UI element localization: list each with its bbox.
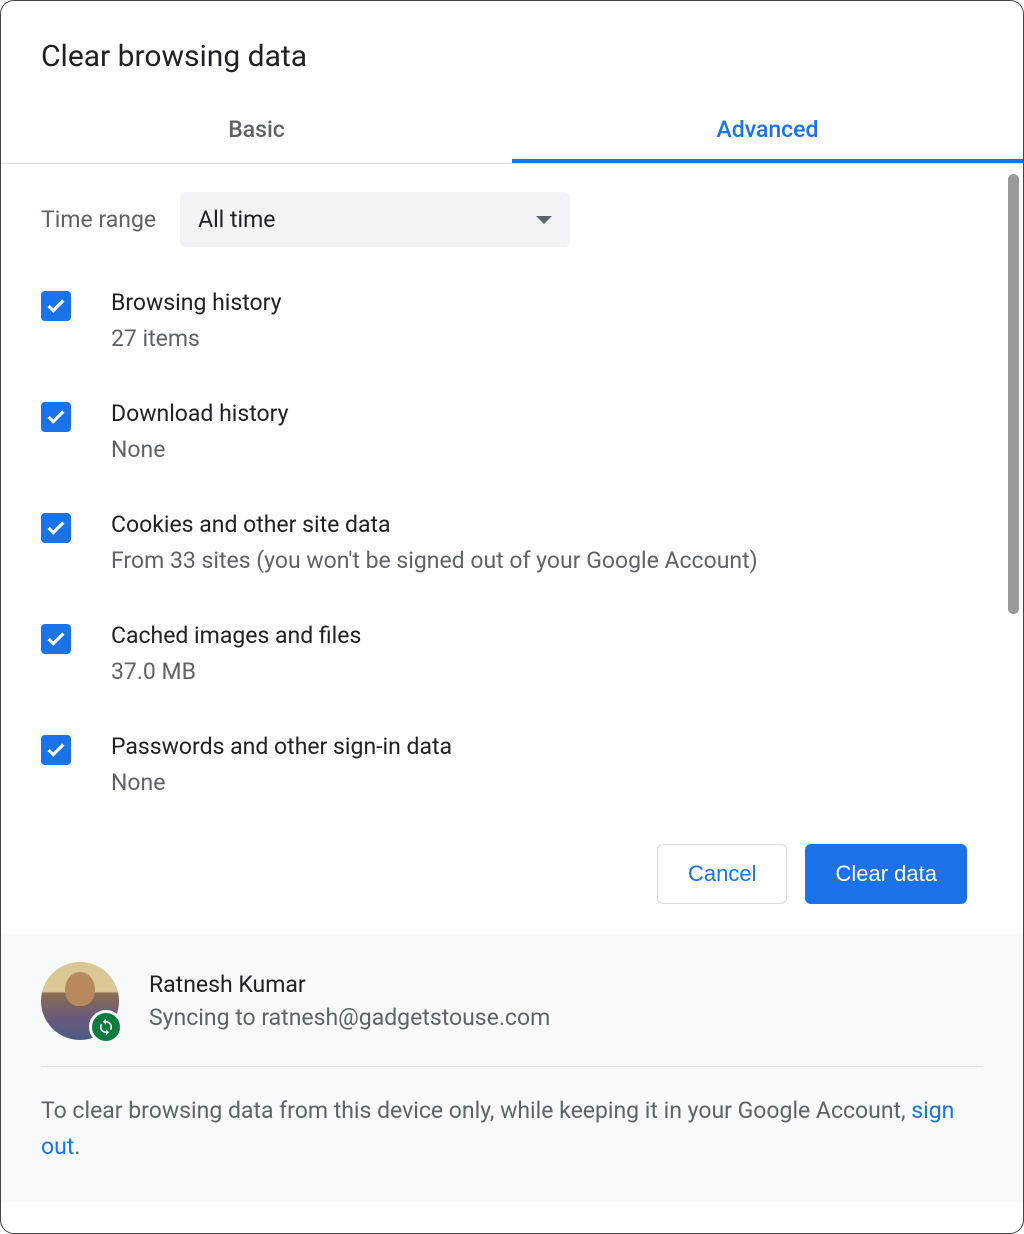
checkmark-icon	[45, 295, 67, 317]
checkbox-passwords[interactable]	[41, 735, 71, 765]
option-subtitle: None	[111, 432, 289, 469]
option-title: Cached images and files	[111, 620, 361, 652]
option-title: Cookies and other site data	[111, 509, 758, 541]
option-download-history: Download history None	[41, 378, 983, 489]
sync-status: Syncing to ratnesh@gadgetstouse.com	[149, 1004, 550, 1031]
option-title: Browsing history	[111, 287, 282, 319]
chevron-down-icon	[536, 216, 552, 224]
scrollbar-thumb[interactable]	[1008, 174, 1019, 614]
option-cookies: Cookies and other site data From 33 site…	[41, 489, 983, 600]
avatar-wrap	[41, 962, 119, 1040]
clear-data-button[interactable]: Clear data	[805, 844, 967, 904]
sync-badge	[89, 1010, 123, 1044]
dialog-buttons: Cancel Clear data	[1, 795, 1023, 934]
tab-advanced[interactable]: Advanced	[512, 98, 1023, 163]
tabs: Basic Advanced	[1, 98, 1023, 164]
checkbox-cached[interactable]	[41, 624, 71, 654]
options-scroll-area: Time range All time Browsing history 27 …	[1, 164, 1023, 795]
sync-panel: Ratnesh Kumar Syncing to ratnesh@gadgets…	[1, 934, 1023, 1202]
sync-icon	[97, 1018, 115, 1036]
option-subtitle: None	[111, 765, 452, 795]
checkmark-icon	[45, 517, 67, 539]
checkmark-icon	[45, 739, 67, 761]
checkbox-cookies[interactable]	[41, 513, 71, 543]
time-range-label: Time range	[41, 206, 156, 233]
sync-note-prefix: To clear browsing data from this device …	[41, 1097, 911, 1124]
option-passwords: Passwords and other sign-in data None	[41, 711, 983, 795]
clear-browsing-data-dialog: Clear browsing data Basic Advanced Time …	[0, 0, 1024, 1234]
sync-user-name: Ratnesh Kumar	[149, 971, 550, 998]
cancel-button[interactable]: Cancel	[657, 844, 787, 904]
option-title: Passwords and other sign-in data	[111, 731, 452, 763]
sync-user-row: Ratnesh Kumar Syncing to ratnesh@gadgets…	[41, 962, 983, 1067]
checkbox-download-history[interactable]	[41, 402, 71, 432]
sync-note-suffix: .	[74, 1133, 80, 1160]
checkmark-icon	[45, 406, 67, 428]
time-range-value: All time	[198, 206, 275, 233]
tab-basic[interactable]: Basic	[1, 98, 512, 163]
checkmark-icon	[45, 628, 67, 650]
checkbox-browsing-history[interactable]	[41, 291, 71, 321]
option-title: Download history	[111, 398, 289, 430]
option-subtitle: From 33 sites (you won't be signed out o…	[111, 543, 758, 580]
option-subtitle: 37.0 MB	[111, 654, 361, 691]
option-subtitle: 27 items	[111, 321, 282, 358]
time-range-row: Time range All time	[41, 164, 983, 267]
time-range-select[interactable]: All time	[180, 192, 570, 247]
dialog-title: Clear browsing data	[1, 1, 1023, 74]
option-browsing-history: Browsing history 27 items	[41, 267, 983, 378]
option-cached: Cached images and files 37.0 MB	[41, 600, 983, 711]
sync-note: To clear browsing data from this device …	[41, 1093, 983, 1164]
